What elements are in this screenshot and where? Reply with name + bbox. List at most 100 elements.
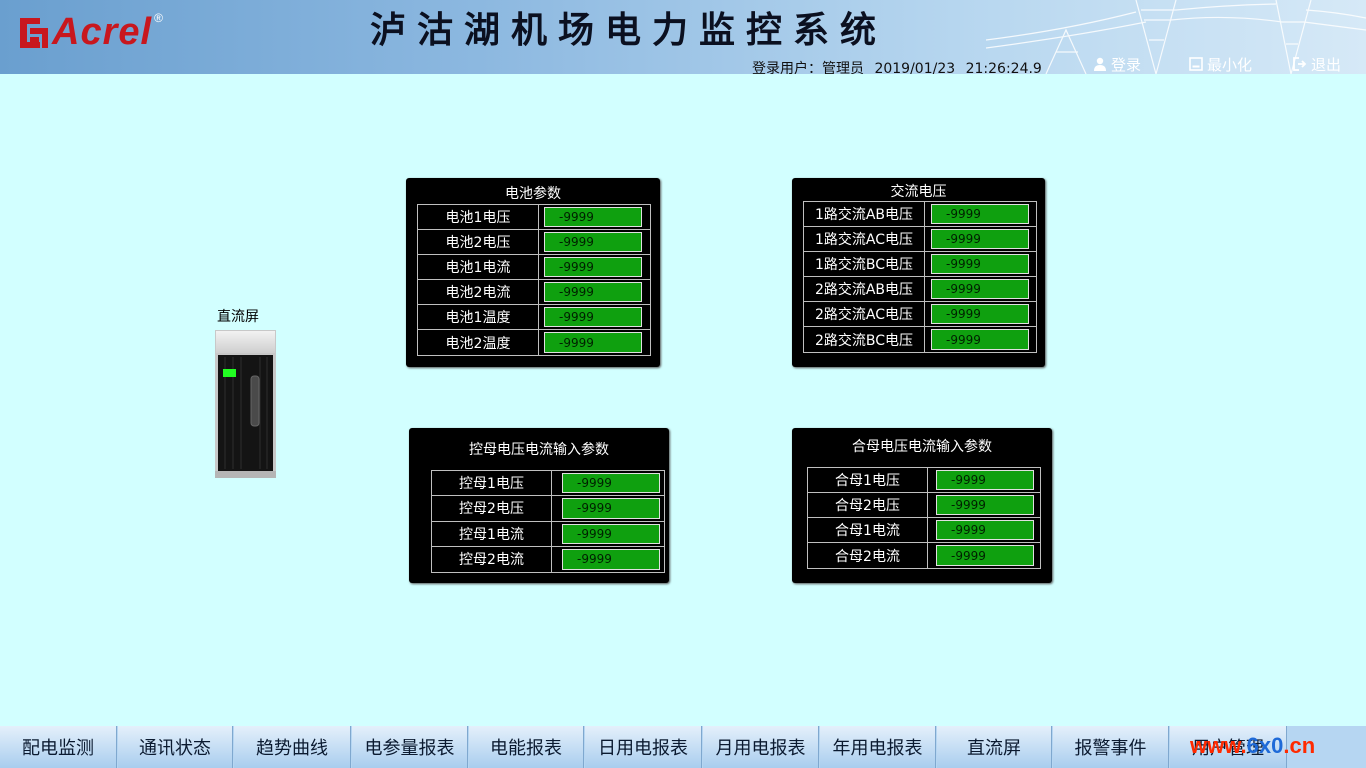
nav-energy-report-button[interactable]: 电能报表	[469, 726, 584, 768]
panel-title: 控母电压电流输入参数	[469, 442, 609, 458]
watermark-mid: 6x0	[1246, 733, 1284, 758]
login-user-label: 登录用户：	[752, 61, 822, 74]
param-row: 电池1温度 -9999	[418, 305, 650, 330]
control-bus-table: 控母1电压 -9999 控母2电压 -9999 控母1电流 -9999 控母2电流 -9999	[431, 470, 665, 573]
site-watermark: www. 6x0 .cn	[1190, 731, 1366, 761]
param-row: 1路交流BC电压 -9999	[804, 252, 1036, 277]
param-value: -9999	[936, 545, 1034, 566]
control-bus-panel: 控母电压电流输入参数 控母1电压 -9999 控母2电压 -9999 控母1电流 -999…	[409, 428, 669, 583]
param-label: 合母1电压	[808, 468, 928, 492]
param-value: -9999	[931, 254, 1029, 274]
minimize-button[interactable]: 最小化	[1189, 55, 1253, 74]
param-label: 控母2电压	[432, 496, 552, 521]
param-value: -9999	[544, 207, 642, 227]
param-row: 合母2电流 -9999	[808, 543, 1040, 568]
param-label: 电池2温度	[418, 330, 539, 355]
nav-comm-status-button[interactable]: 通讯状态	[118, 726, 233, 768]
acrel-logo: Acrel ®	[18, 11, 163, 53]
time-display: 21:26:24.9	[965, 61, 1042, 74]
param-row: 1路交流AC电压 -9999	[804, 227, 1036, 252]
login-info: 登录用户：管理员 2019/01/23 21:26:24.9	[752, 58, 1048, 74]
param-label: 1路交流AB电压	[804, 202, 925, 226]
param-row: 控母2电流 -9999	[432, 546, 664, 572]
param-value: -9999	[562, 498, 660, 519]
param-value: -9999	[544, 257, 642, 277]
panel-title: 交流电压	[890, 184, 947, 200]
minimize-icon	[1189, 57, 1203, 71]
nav-trend-curve-button[interactable]: 趋势曲线	[234, 726, 351, 768]
logout-icon	[1293, 57, 1307, 71]
param-label: 控母1电流	[432, 521, 552, 546]
param-value: -9999	[936, 470, 1034, 490]
logo-text: Acrel	[52, 11, 153, 53]
param-label: 电池1温度	[418, 305, 539, 329]
bottom-nav: 配电监测 通讯状态 趋势曲线 电参量报表 电能报表 日用电报表 月用电报表 年用电报表 直流屏报…	[0, 726, 1366, 768]
param-label: 控母2电流	[432, 546, 552, 572]
param-row: 合母2电压 -9999	[808, 493, 1040, 518]
dc-cabinet-icon[interactable]	[215, 330, 276, 478]
param-value: -9999	[931, 304, 1029, 324]
param-row: 电池1电流 -9999	[418, 255, 650, 280]
param-value: -9999	[931, 204, 1029, 224]
param-row: 2路交流AC电压 -9999	[804, 302, 1036, 327]
param-label: 2路交流BC电压	[804, 327, 925, 352]
nav-monthly-report-button[interactable]: 月用电报表	[703, 726, 819, 768]
nav-electrical-report-button[interactable]: 电参量报表	[352, 726, 468, 768]
exit-button[interactable]: 退出	[1293, 55, 1341, 74]
param-label: 1路交流BC电压	[804, 252, 925, 276]
param-label: 2路交流AC电压	[804, 302, 925, 326]
nav-power-monitoring-button[interactable]: 配电监测	[0, 726, 117, 768]
param-row: 电池2电流 -9999	[418, 280, 650, 305]
date-display: 2019/01/23	[874, 61, 956, 74]
nav-dc-panel-button[interactable]: 直流屏	[937, 726, 1052, 768]
login-button-label: 登录	[1111, 55, 1142, 74]
param-label: 电池1电流	[418, 255, 539, 279]
watermark-right: .cn	[1283, 733, 1316, 758]
param-value: -9999	[931, 229, 1029, 249]
minimize-button-label: 最小化	[1207, 55, 1253, 74]
param-row: 控母1电压 -9999	[432, 471, 664, 497]
login-button[interactable]: 登录	[1093, 55, 1142, 74]
param-value: -9999	[562, 523, 660, 544]
param-value: -9999	[562, 548, 660, 570]
panel-title: 合母电压电流输入参数	[852, 439, 992, 455]
param-value: -9999	[931, 279, 1029, 299]
param-row: 控母1电流 -9999	[432, 521, 664, 547]
page-title: 泸沽湖机场电力监控系统	[370, 9, 888, 51]
param-value: -9999	[544, 332, 642, 353]
param-label: 合母2电压	[808, 493, 928, 517]
param-row: 电池1电压 -9999	[418, 205, 650, 230]
battery-params-panel: 电池参数 电池1电压 -9999 电池2电压 -9999 电池1电流 -9999 电池2电流…	[406, 178, 660, 367]
param-label: 合母2电流	[808, 543, 928, 568]
param-value: -9999	[544, 307, 642, 327]
param-label: 控母1电压	[432, 471, 552, 496]
dc-panel-label: 直流屏	[217, 309, 259, 325]
battery-table: 电池1电压 -9999 电池2电压 -9999 电池1电流 -9999 电池2电流 -9999…	[417, 204, 651, 356]
login-user: 管理员	[822, 61, 864, 74]
param-row: 控母2电压 -9999	[432, 496, 664, 522]
closing-bus-panel: 合母电压电流输入参数 合母1电压 -9999 合母2电压 -9999 合母1电流 -999…	[792, 428, 1052, 583]
param-row: 1路交流AB电压 -9999	[804, 202, 1036, 227]
closing-bus-table: 合母1电压 -9999 合母2电压 -9999 合母1电流 -9999 合母2电流 -9999	[807, 467, 1041, 569]
param-value: -9999	[544, 282, 642, 302]
param-value: -9999	[544, 232, 642, 252]
param-row: 合母1电压 -9999	[808, 468, 1040, 493]
param-row: 2路交流AB电压 -9999	[804, 277, 1036, 302]
nav-daily-report-button[interactable]: 日用电报表	[585, 726, 702, 768]
watermark-left: www.	[1190, 733, 1247, 758]
param-label: 2路交流AB电压	[804, 277, 925, 301]
header-bar: Acrel ® 泸沽湖机场电力监控系统 登录用户：管理员 2019/01/23 …	[0, 0, 1366, 74]
param-label: 1路交流AC电压	[804, 227, 925, 251]
ac-voltage-panel: 交流电压 1路交流AB电压 -9999 1路交流AC电压 -9999 1路交流BC电压 -…	[792, 178, 1045, 367]
panel-title: 电池参数	[505, 186, 561, 202]
nav-alarm-events-button[interactable]: 报警事件	[1053, 726, 1169, 768]
acrel-logo-icon	[20, 18, 48, 48]
param-row: 电池2电压 -9999	[418, 230, 650, 255]
param-label: 合母1电流	[808, 518, 928, 542]
logo-registered-mark: ®	[154, 11, 163, 25]
param-row: 2路交流BC电压 -9999	[804, 327, 1036, 352]
nav-yearly-report-button[interactable]: 年用电报表	[820, 726, 936, 768]
param-label: 电池1电压	[418, 205, 539, 229]
user-icon	[1094, 57, 1106, 71]
param-value: -9999	[936, 495, 1034, 515]
